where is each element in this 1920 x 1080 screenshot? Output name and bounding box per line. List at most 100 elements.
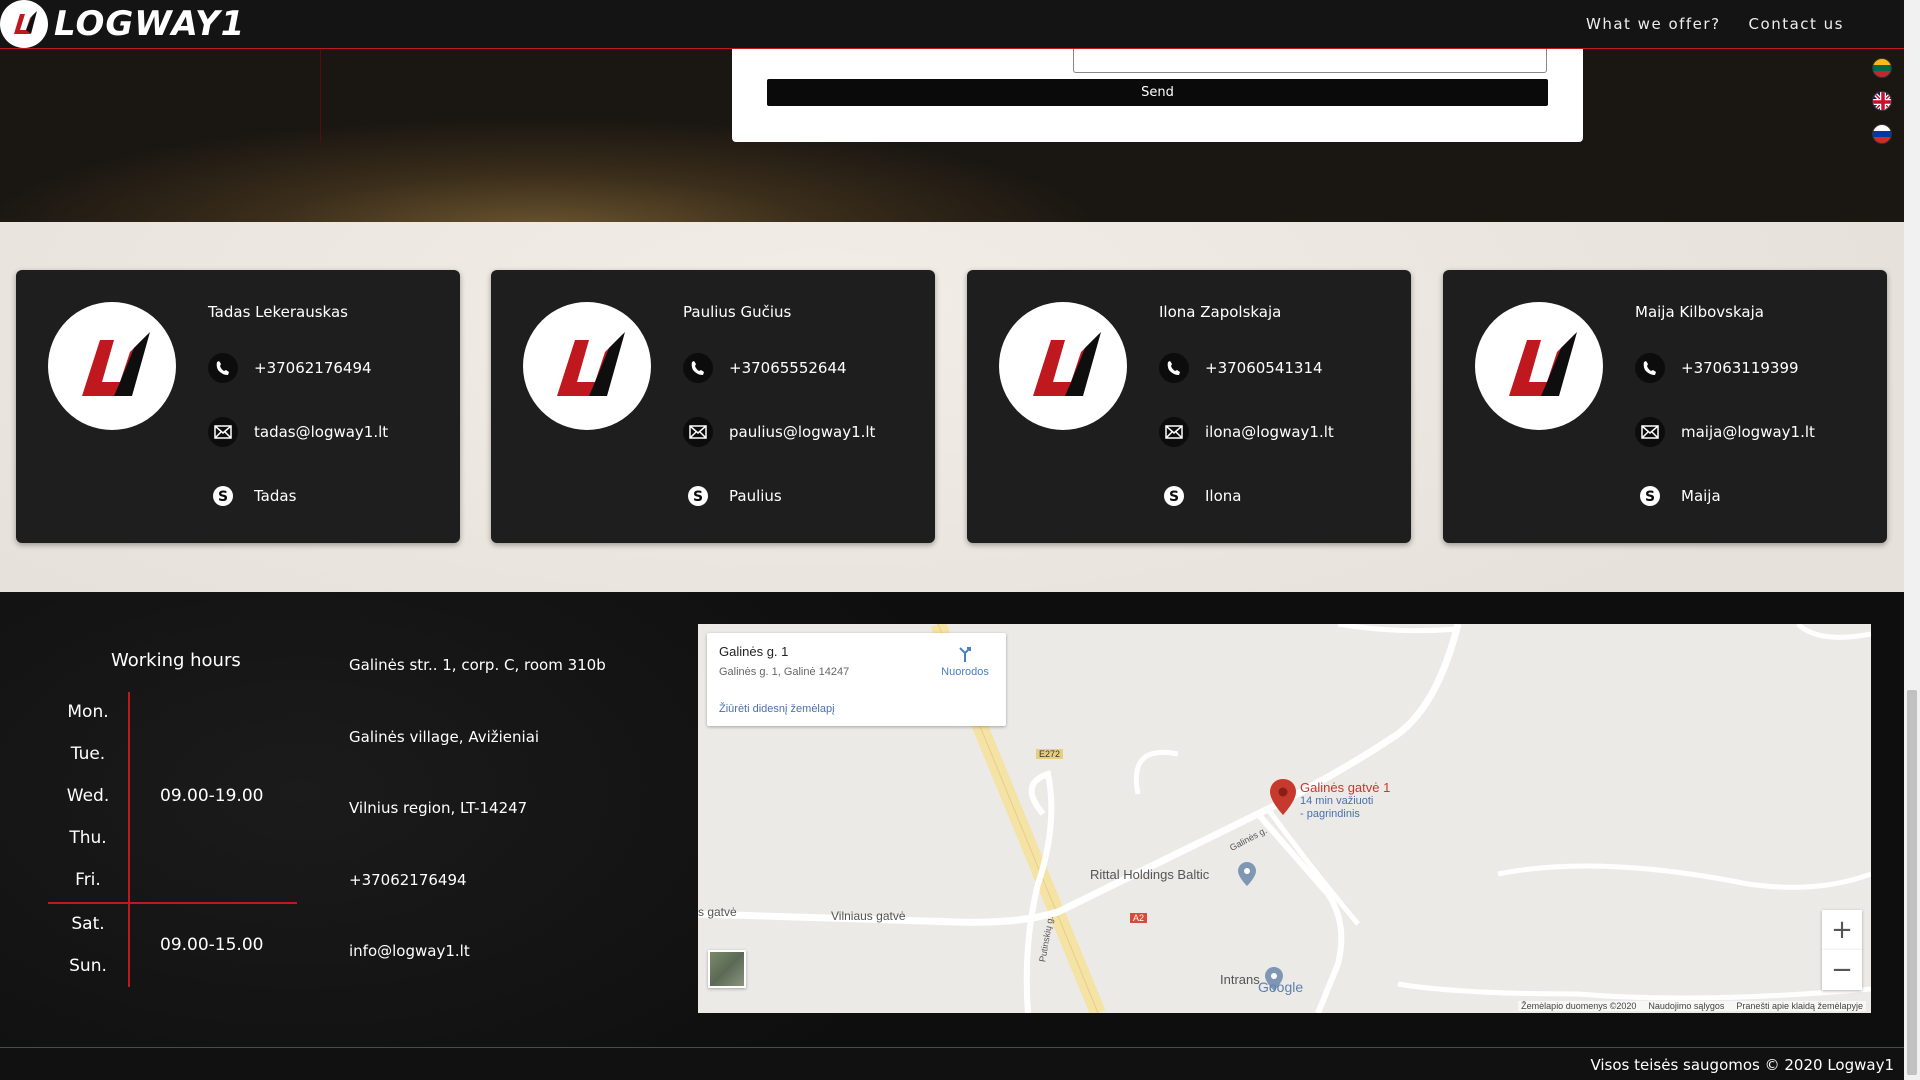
phone-icon	[208, 353, 238, 383]
logo-text: LOGWAY1	[54, 4, 246, 44]
map-place-title: Galinės g. 1	[719, 644, 789, 659]
zoom-out-button[interactable]: −	[1822, 950, 1862, 990]
place-marker-icon[interactable]	[1238, 862, 1256, 890]
svg-text:S: S	[1169, 489, 1179, 505]
google-map[interactable]: E272 A2 Vilniaus gatvė s gatvė Galinės g…	[698, 624, 1871, 1013]
pin-title: Galinės gatvė 1	[1300, 780, 1391, 795]
member-phone: +37062176494	[254, 359, 372, 377]
lt-flag-icon[interactable]	[1872, 58, 1892, 78]
day-label: Sun.	[69, 956, 107, 976]
member-email: maija@logway1.lt	[1681, 423, 1815, 441]
view-larger-map-link[interactable]: Žiūrėti didesnį žemėlapį	[719, 703, 835, 715]
svg-text:S: S	[693, 489, 703, 505]
member-name: Tadas Lekerauskas	[208, 303, 348, 321]
top-navigation-bar: LOGWAY1 What we offer? Contact us	[0, 0, 1904, 49]
page-scrollbar[interactable]	[1904, 0, 1920, 1080]
member-skype-row[interactable]: S Ilona	[1159, 481, 1241, 511]
street-label: s gatvė	[698, 905, 737, 919]
nav-what-we-offer[interactable]: What we offer?	[1586, 15, 1721, 33]
weekend-hours: 09.00-15.00	[160, 935, 264, 955]
road-marker-a2: A2	[1130, 913, 1148, 923]
copyright-bar: Visos teisės saugomos © 2020 Logway1	[0, 1047, 1904, 1080]
map-report-link[interactable]: Pranešti apie klaidą žemėlapyje	[1736, 1001, 1863, 1011]
directions-label: Nuorodos	[941, 666, 989, 678]
team-member-card: Paulius Gučius +37065552644 paulius@logway…	[491, 270, 935, 543]
team-member-card: Ilona Zapolskaja +37060541314 ilona@logway…	[967, 270, 1411, 543]
member-phone: +37065552644	[729, 359, 847, 377]
member-phone-row[interactable]: +37065552644	[683, 353, 847, 383]
language-switcher	[1872, 58, 1892, 144]
skype-icon: S	[208, 481, 238, 511]
address-line: Galinės str.. 1, corp. C, room 310b	[349, 656, 606, 674]
weekday-hours: 09.00-19.00	[160, 786, 264, 806]
member-skype: Tadas	[254, 487, 297, 505]
road-marker-e272: E272	[1036, 749, 1064, 759]
phone-icon	[1159, 353, 1189, 383]
member-phone-row[interactable]: +37060541314	[1159, 353, 1323, 383]
phone-icon	[683, 353, 713, 383]
member-phone-row[interactable]: +37063119399	[1635, 353, 1799, 383]
member-name: Maija Kilbovskaja	[1635, 303, 1764, 321]
day-label: Mon.	[67, 702, 109, 722]
mail-icon	[1159, 417, 1189, 447]
directions-button[interactable]: Nuorodos	[935, 645, 995, 678]
map-data-credit: Žemėlapio duomenys ©2020	[1521, 1001, 1637, 1011]
send-button[interactable]: Send	[767, 79, 1548, 106]
hours-divider-horizontal	[48, 902, 297, 904]
satellite-toggle[interactable]	[708, 950, 746, 988]
map-terms-link[interactable]: Naudojimo sąlygos	[1648, 1001, 1724, 1011]
map-footer: Žemėlapio duomenys ©2020 Naudojimo sąlyg…	[1518, 1001, 1866, 1011]
team-member-card: Tadas Lekerauskas +37062176494 tadas@logwa…	[16, 270, 460, 543]
logo-mark-icon	[0, 0, 48, 48]
member-email-row[interactable]: paulius@logway1.lt	[683, 417, 875, 447]
member-email: paulius@logway1.lt	[729, 423, 876, 441]
map-place-address: Galinės g. 1, Galinė 14247	[719, 666, 850, 678]
map-pin-icon[interactable]	[1270, 779, 1296, 819]
phone-icon	[1635, 353, 1665, 383]
mail-icon	[683, 417, 713, 447]
member-email: tadas@logway1.lt	[254, 423, 389, 441]
main-nav: What we offer? Contact us	[1586, 0, 1844, 48]
skype-icon: S	[1635, 481, 1665, 511]
member-skype: Paulius	[729, 487, 782, 505]
map-info-window: Galinės g. 1 Galinės g. 1, Galinė 14247 …	[707, 633, 1006, 726]
member-skype-row[interactable]: S Maija	[1635, 481, 1721, 511]
hours-divider-vertical	[128, 692, 130, 987]
divider-line	[320, 50, 321, 142]
zoom-in-button[interactable]: +	[1822, 910, 1862, 950]
ru-flag-icon[interactable]	[1872, 124, 1892, 144]
nav-contact-us[interactable]: Contact us	[1749, 15, 1844, 33]
member-skype: Maija	[1681, 487, 1721, 505]
scrollbar-thumb[interactable]	[1907, 690, 1917, 1075]
member-skype: Ilona	[1205, 487, 1242, 505]
avatar	[999, 302, 1127, 430]
google-logo: Google	[1258, 979, 1304, 995]
logo[interactable]: LOGWAY1	[0, 0, 245, 48]
gb-flag-icon[interactable]	[1872, 91, 1892, 111]
member-phone-row[interactable]: +37062176494	[208, 353, 372, 383]
member-phone: +37063119399	[1681, 359, 1799, 377]
mail-icon	[208, 417, 238, 447]
day-label: Thu.	[69, 828, 107, 848]
address-line: Galinės village, Avižieniai	[349, 728, 540, 746]
member-email-row[interactable]: ilona@logway1.lt	[1159, 417, 1334, 447]
member-phone: +37060541314	[1205, 359, 1323, 377]
day-label: Fri.	[75, 870, 101, 890]
skype-icon: S	[1159, 481, 1189, 511]
member-email-row[interactable]: tadas@logway1.lt	[208, 417, 388, 447]
footer-phone[interactable]: +37062176494	[349, 871, 467, 889]
copyright-text: Visos teisės saugomos © 2020 Logway1	[1590, 1056, 1894, 1074]
day-label: Sat.	[71, 914, 105, 934]
avatar	[1475, 302, 1603, 430]
directions-icon	[959, 647, 971, 662]
member-email-row[interactable]: maija@logway1.lt	[1635, 417, 1815, 447]
member-skype-row[interactable]: S Tadas	[208, 481, 296, 511]
pin-sub: - pagrindinis	[1300, 808, 1360, 820]
member-email: ilona@logway1.lt	[1205, 423, 1334, 441]
street-label: Vilniaus gatvė	[831, 909, 906, 923]
avatar	[48, 302, 176, 430]
address-line: Vilnius region, LT-14247	[349, 799, 528, 817]
footer-email[interactable]: info@logway1.lt	[349, 942, 470, 960]
team-section: Tadas Lekerauskas +37062176494 tadas@logwa…	[0, 222, 1904, 592]
member-skype-row[interactable]: S Paulius	[683, 481, 782, 511]
